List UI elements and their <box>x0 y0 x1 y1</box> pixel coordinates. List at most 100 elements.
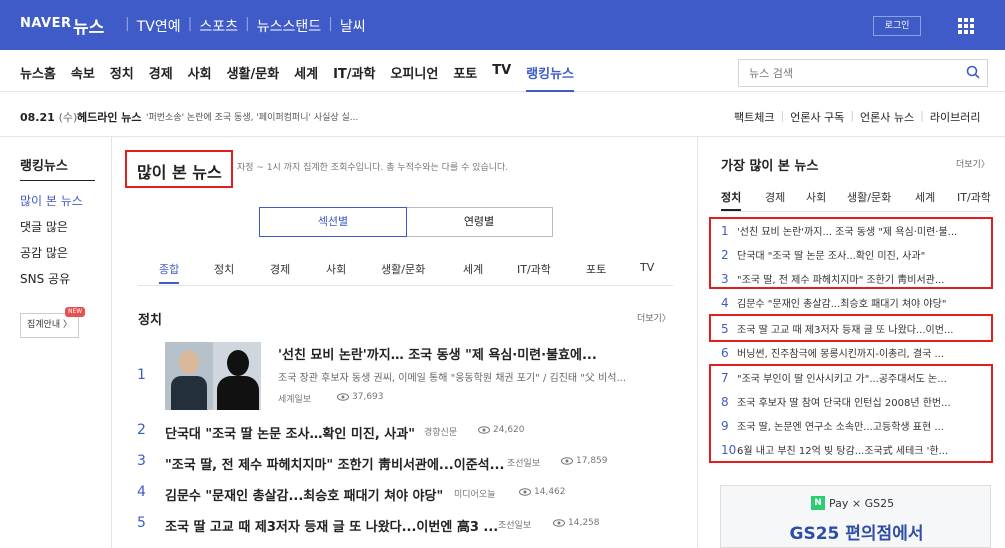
gnb-item-it[interactable]: IT/과학 <box>333 63 375 92</box>
sidebar-list-item[interactable]: 106월 내고 부친 12억 빚 탕감...조국式 세테크 '한... <box>721 442 971 456</box>
view-count: 17,859 <box>561 456 608 466</box>
rank-number: 2 <box>137 422 146 438</box>
left-nav-title: 랭킹뉴스 <box>20 159 68 174</box>
more-link[interactable]: 더보기〉 <box>956 157 990 170</box>
topnav-item-tv[interactable]: TV연예 <box>137 16 181 36</box>
tab-total[interactable]: 종합 <box>159 261 180 284</box>
press-news-link[interactable]: 언론사 뉴스 <box>860 109 914 125</box>
headline-label: 헤드라인 뉴스 <box>77 111 142 124</box>
sidebar-tab-life[interactable]: 생활/문화 <box>847 189 891 205</box>
sidebar-tab-society[interactable]: 사회 <box>806 189 826 205</box>
gnb-item-society[interactable]: 사회 <box>188 63 212 92</box>
gnb-item-world[interactable]: 세계 <box>294 63 318 92</box>
gnb-item-breaking[interactable]: 속보 <box>71 63 95 92</box>
article-title[interactable]: "조국 딸, 전 제수 파헤치지마" 조한기 靑비서관에...이준석... <box>165 454 504 473</box>
sidebar-list-item[interactable]: 6 버닝썬, 진주참극에 몽롱시킨까지-이총리, 결국 ... <box>721 345 971 359</box>
search-icon[interactable] <box>966 65 980 79</box>
article-title[interactable]: 조국 딸 고교 때 제3저자 등재 글 또 나왔다...이번엔 高3 ... <box>165 516 498 535</box>
library-link[interactable]: 라이브러리 <box>930 109 981 125</box>
gnb-item-home[interactable]: 뉴스홈 <box>20 63 56 92</box>
press-name[interactable]: 세계일보 <box>278 392 311 405</box>
view-count: 24,620 <box>478 425 525 435</box>
eye-icon <box>561 457 573 465</box>
apps-grid-icon[interactable] <box>958 18 974 34</box>
sidebar-list-item[interactable]: 7 "조국 부인이 딸 인사시키고 가"...공주대서도 논... <box>721 370 971 384</box>
npay-icon: N <box>811 496 825 510</box>
more-link[interactable]: 더보기〉 <box>637 311 671 324</box>
gnb-item-opinion[interactable]: 오피니언 <box>390 63 438 92</box>
gnb-item-life[interactable]: 생활/문화 <box>227 63 280 92</box>
sidebar-list-item[interactable]: 2 단국대 "조국 딸 논문 조사...확인 미진, 사과" <box>721 247 971 261</box>
ad-banner[interactable]: N Pay × GS25 GS25 편의점에서 <box>720 485 991 548</box>
headline-links: 팩트체크 | 언론사 구독 | 언론사 뉴스 | 라이브러리 <box>734 109 981 125</box>
sidebar-tab-politics[interactable]: 정치 <box>721 189 742 211</box>
gnb-item-economy[interactable]: 경제 <box>149 63 173 92</box>
tab-it[interactable]: IT/과학 <box>517 261 551 277</box>
rank-number: 5 <box>137 515 146 531</box>
topnav-item-newsstand[interactable]: 뉴스스탠드 <box>257 16 321 36</box>
press-name[interactable]: 조선일보 <box>507 456 540 469</box>
sidebar-list-item[interactable]: 5 조국 딸 고교 때 제3저자 등재 글 또 나왔다...이번... <box>721 321 971 335</box>
left-nav-item-sns[interactable]: SNS 공유 <box>20 270 83 296</box>
factcheck-link[interactable]: 팩트체크 <box>734 109 774 125</box>
gnb-item-tv[interactable]: TV <box>492 63 511 92</box>
rank-number: 3 <box>137 453 146 469</box>
tab-by-age[interactable]: 연령별 <box>406 208 552 236</box>
gnb-item-photo[interactable]: 포토 <box>453 63 477 92</box>
tab-by-section[interactable]: 섹션별 <box>259 207 407 237</box>
press-name[interactable]: 미디어오늘 <box>454 487 495 500</box>
headline-text[interactable]: '퍼번소송' 논란에 조국 동생, '페이퍼컴퍼니' 사실상 실... <box>146 110 386 123</box>
article-thumbnail[interactable] <box>165 342 261 410</box>
left-nav-item-most-viewed[interactable]: 많이 본 뉴스 <box>20 192 83 218</box>
sidebar-list-item[interactable]: 1 '선친 묘비 논란'까지... 조국 동생 "제 욕심·미련·불... <box>721 223 971 237</box>
login-button[interactable]: 로그인 <box>873 16 921 36</box>
date: 08.21 (수) <box>20 111 78 124</box>
naver-logo[interactable]: NAVER <box>20 16 72 31</box>
press-name[interactable]: 경향신문 <box>424 425 457 438</box>
tab-society[interactable]: 사회 <box>326 261 346 277</box>
sidebar-tab-it[interactable]: IT/과학 <box>957 189 991 205</box>
rank-number: 4 <box>137 484 146 500</box>
article-title[interactable]: 단국대 "조국 딸 논문 조사…확인 미진, 사과" <box>165 423 415 442</box>
most-viewed-sidebar: 가장 많이 본 뉴스 더보기〉 정치 경제 사회 생활/문화 세계 IT/과학 … <box>699 137 1005 548</box>
sidebar-tab-economy[interactable]: 경제 <box>765 189 785 205</box>
divider <box>20 180 95 181</box>
view-count: 37,693 <box>337 392 384 402</box>
rank-number: 1 <box>137 367 146 383</box>
tab-world[interactable]: 세계 <box>463 261 483 277</box>
highlight-box: 많이 본 뉴스 <box>125 150 233 188</box>
ad-pay-line: N Pay × GS25 <box>811 496 894 510</box>
search-input[interactable] <box>739 60 949 86</box>
topnav-item-weather[interactable]: 날씨 <box>340 16 366 36</box>
tab-politics[interactable]: 정치 <box>214 261 234 277</box>
sidebar-list-item[interactable]: 8 조국 후보자 딸 참여 단국대 인턴십 2008년 한번... <box>721 394 971 408</box>
left-nav-item-likes[interactable]: 공감 많은 <box>20 244 83 270</box>
search-box <box>738 59 988 87</box>
article-title[interactable]: 김문수 "문재인 총살감...최승호 패대기 쳐야 야당" <box>165 485 443 504</box>
new-badge: NEW <box>65 307 86 317</box>
left-nav-item-comments[interactable]: 댓글 많은 <box>20 218 83 244</box>
segment-toggle: 섹션별 연령별 <box>259 207 553 237</box>
tab-life[interactable]: 생활/문화 <box>381 261 425 277</box>
article-title[interactable]: '선친 묘비 논란'까지… 조국 동생 "제 욕심·미련·불효에... <box>278 344 597 363</box>
eye-icon <box>478 426 490 434</box>
eye-icon <box>519 488 531 496</box>
aggregation-info-button[interactable]: 집계안내 〉 NEW <box>20 307 86 338</box>
page-description: 자정 ~ 1시 까지 집계한 조회수입니다. 총 누적수와는 다를 수 있습니다… <box>237 163 509 173</box>
news-logo[interactable]: 뉴스 <box>73 13 104 38</box>
view-count: 14,462 <box>519 487 566 497</box>
press-subscribe-link[interactable]: 언론사 구독 <box>790 109 844 125</box>
page-title: 많이 본 뉴스 <box>137 163 222 182</box>
ad-headline: GS25 편의점에서 <box>789 524 924 544</box>
tab-economy[interactable]: 경제 <box>270 261 290 277</box>
sidebar-tab-world[interactable]: 세계 <box>915 189 935 205</box>
topnav-item-sports[interactable]: 스포츠 <box>199 16 238 36</box>
press-name[interactable]: 조선일보 <box>498 518 531 531</box>
gnb-item-politics[interactable]: 정치 <box>110 63 134 92</box>
sidebar-list-item[interactable]: 4 김문수 "문재인 총살감...최승호 패대기 쳐야 야당" <box>721 295 971 309</box>
gnb-item-ranking[interactable]: 랭킹뉴스 <box>526 63 575 92</box>
sidebar-list-item[interactable]: 3 "조국 딸, 전 제수 파헤치지마" 조한기 靑비서관... <box>721 271 971 285</box>
tab-photo[interactable]: 포토 <box>586 261 606 277</box>
tab-tv[interactable]: TV <box>640 261 654 274</box>
sidebar-list-item[interactable]: 9 조국 딸, 논문엔 연구소 소속만...고등학생 표현 ... <box>721 418 971 432</box>
